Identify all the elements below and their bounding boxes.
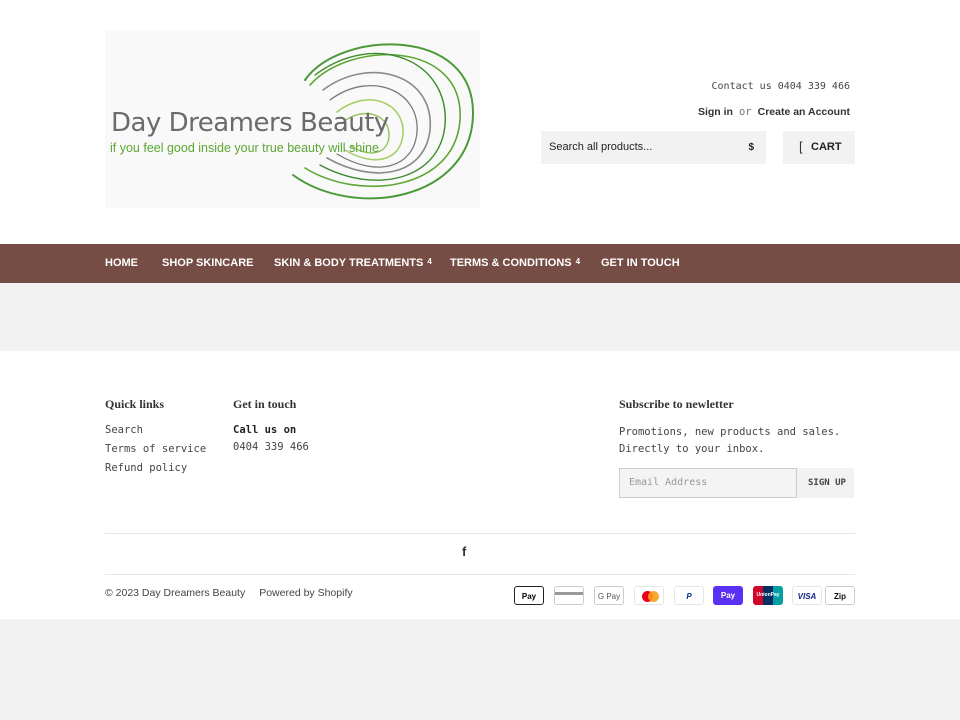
quick-links-title: Quick links [105,397,165,411]
main-nav: HOME SHOP SKINCARE SKIN & BODY TREATMENT… [0,244,960,283]
copyright: © 2023 Day Dreamers Beauty Powered by Sho… [105,587,353,599]
search-icon[interactable]: $ [748,142,754,153]
cart-icon: [ [799,139,803,154]
email-placeholder: Email Address [629,477,708,488]
newsletter-title: Subscribe to newletter [619,397,734,411]
footer-link-terms[interactable]: Terms of service [105,443,206,462]
logo[interactable]: Day Dreamers Beauty if you feel good ins… [105,30,480,208]
account-links: Sign in or Create an Account [698,106,850,118]
divider [105,574,855,575]
create-account-link[interactable]: Create an Account [758,106,850,118]
email-field[interactable]: Email Address [619,468,797,498]
mastercard-icon [634,586,664,605]
sign-in-link[interactable]: Sign in [698,106,733,118]
get-in-touch-title: Get in touch [233,397,297,411]
dropdown-icon: 4 [575,257,581,266]
zip-icon: Zip [825,586,855,605]
nav-shop-skincare[interactable]: SHOP SKINCARE [162,257,253,269]
content-area [0,283,960,351]
shop-pay-icon: Pay [713,586,743,605]
or-separator: or [738,106,752,118]
signup-button[interactable]: SIGN UP [797,468,854,498]
newsletter-text-line: Promotions, new products and sales. [619,426,841,438]
get-in-touch-content: Call us on 0404 339 466 [233,424,309,458]
footer-link-refund[interactable]: Refund policy [105,462,206,481]
newsletter-text: Promotions, new products and sales. Dire… [619,424,840,458]
powered-by-link[interactable]: Powered by Shopify [259,587,352,599]
apple-pay-icon: Pay [514,586,544,605]
nav-terms-conditions[interactable]: TERMS & CONDITIONS 4 [450,257,580,269]
visa-icon: VISA [792,586,822,605]
union-pay-icon: UnionPay [753,586,783,605]
footer-phone: 0404 339 466 [233,441,309,453]
logo-tagline: if you feel good inside your true beauty… [110,141,379,155]
search-box[interactable]: Search all products... $ [541,131,766,164]
google-pay-icon: G Pay [594,586,624,605]
cart-button[interactable]: [ CART [783,131,855,164]
visa-label: VISA [797,592,817,601]
nav-skin-body-treatments[interactable]: SKIN & BODY TREATMENTS 4 [274,257,432,269]
newsletter-text-line: Directly to your inbox. [619,443,765,455]
site-footer: Quick links Search Terms of service Refu… [0,351,960,619]
cart-label: CART [811,141,842,153]
generic-card-icon [554,586,584,605]
zip-label: Zip [834,592,846,601]
quick-links-list: Search Terms of service Refund policy [105,424,206,481]
dropdown-icon: 4 [427,257,432,266]
google-pay-label: G Pay [597,592,621,601]
footer-link-search[interactable]: Search [105,424,206,443]
apple-pay-label: Pay [521,592,537,601]
call-us-label: Call us on [233,424,297,436]
shop-pay-label: Pay [720,591,736,600]
facebook-icon[interactable]: f [462,544,466,559]
union-pay-label: UnionPay [756,592,780,598]
nav-home[interactable]: HOME [105,257,138,269]
search-input[interactable]: Search all products... [549,141,652,153]
divider [105,533,855,534]
signup-label: SIGN UP [808,478,846,488]
paypal-label: P [686,592,692,601]
site-header: Day Dreamers Beauty if you feel good ins… [0,0,960,244]
logo-title: Day Dreamers Beauty [111,108,389,138]
nav-get-in-touch[interactable]: GET IN TOUCH [601,257,680,269]
contact-phone: Contact us 0404 339 466 [711,81,850,92]
paypal-icon: P [674,586,704,605]
copyright-text[interactable]: © 2023 Day Dreamers Beauty [105,587,245,599]
